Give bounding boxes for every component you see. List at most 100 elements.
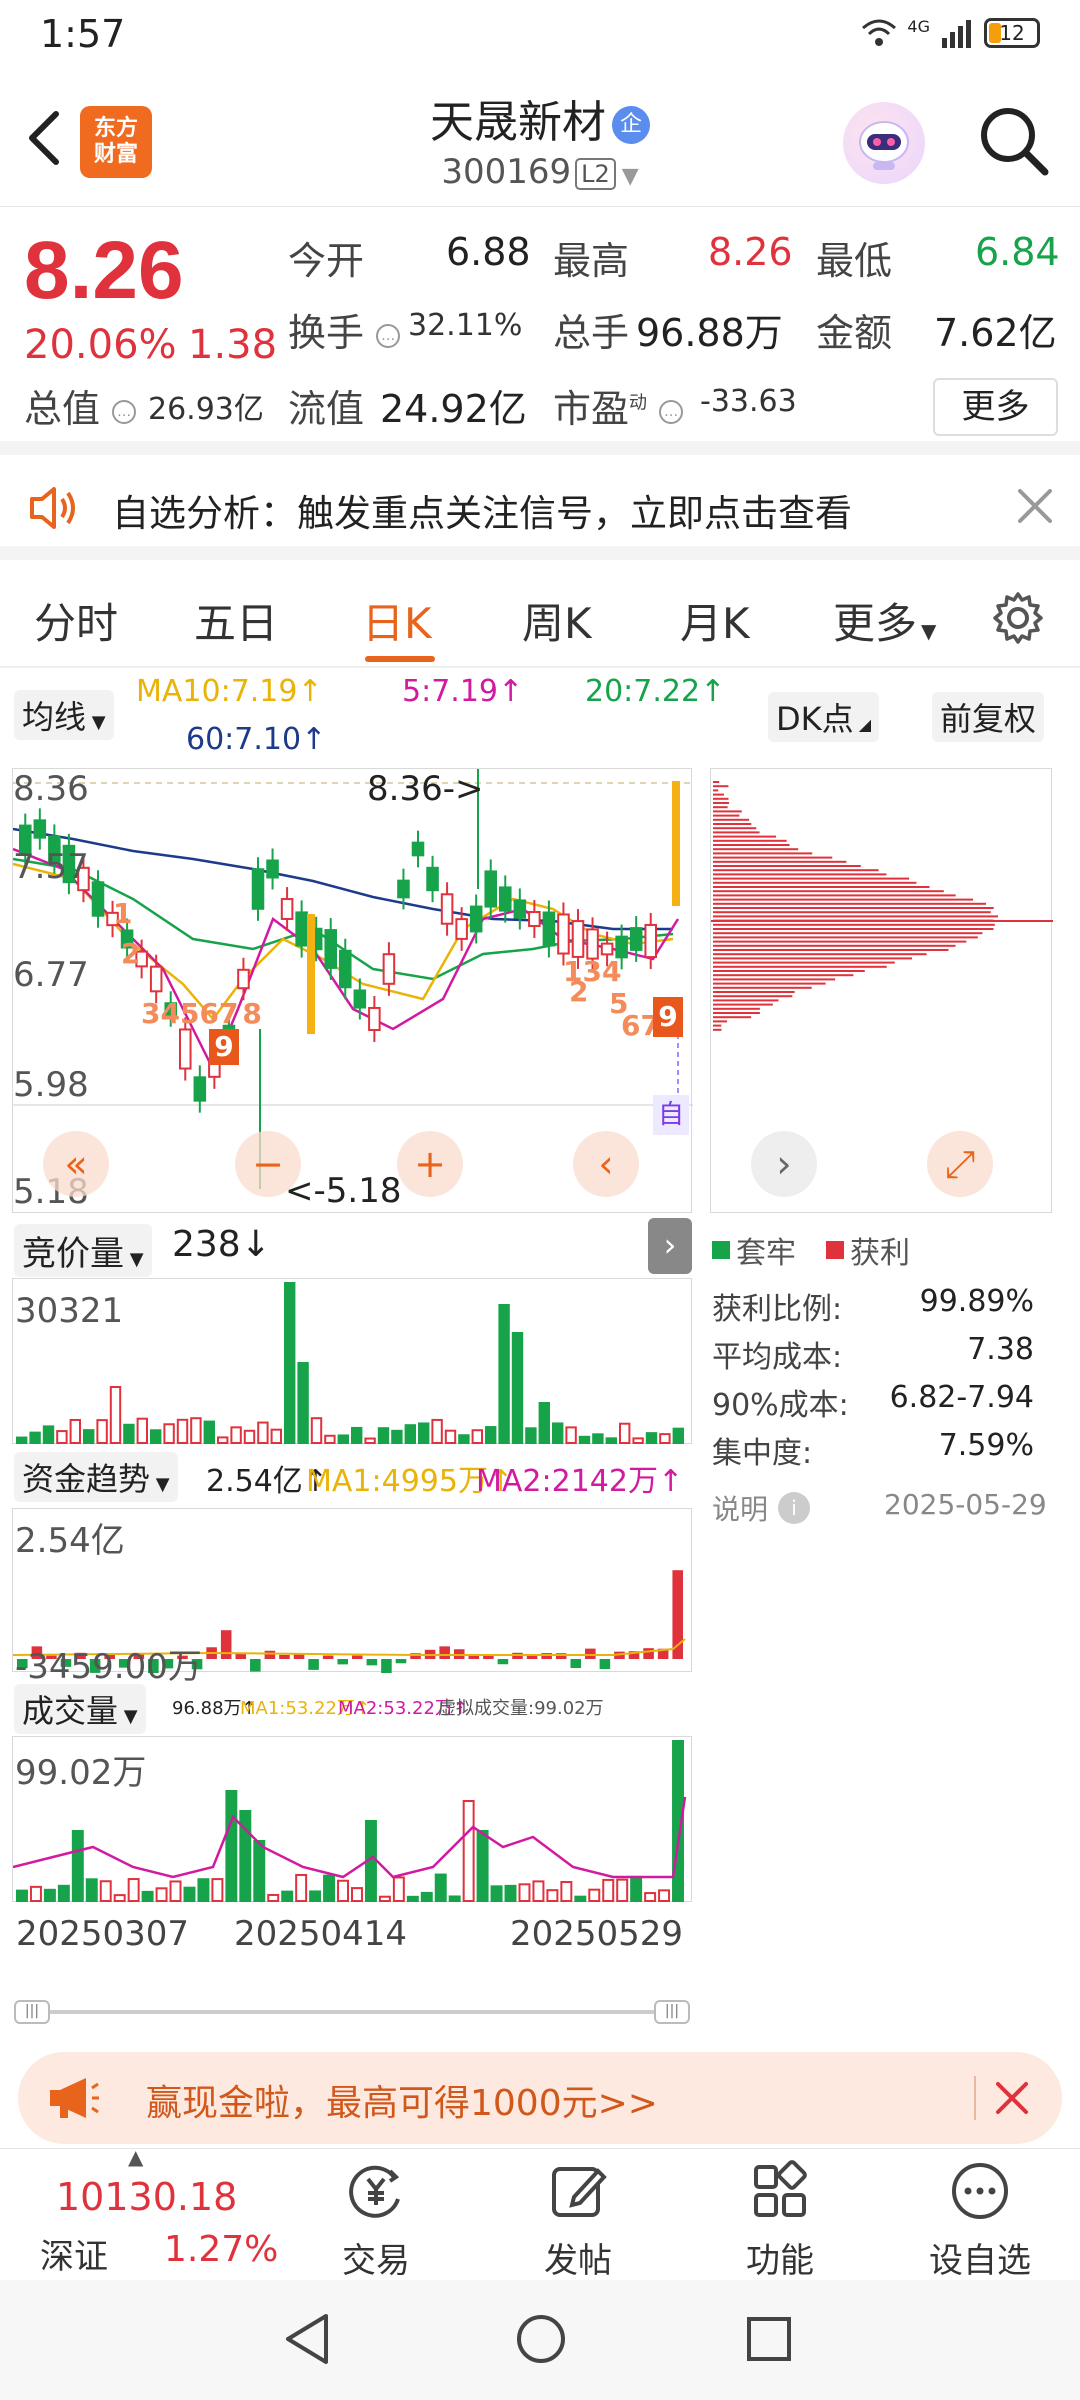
range-handle-left[interactable]: |||: [14, 2000, 50, 2024]
bottom-navigation: ▲ 10130.18 深证 1.27% 交易 发帖 功能 设自选: [0, 2145, 1080, 2281]
chip-bar: [713, 827, 757, 830]
turnover-label: 换手 …: [288, 302, 401, 357]
step-left-icon[interactable]: ‹: [573, 1131, 639, 1197]
fund-bar: [395, 1659, 407, 1664]
analysis-banner[interactable]: 自选分析：触发重点关注信号，立即点击查看: [0, 455, 1080, 560]
chip-distribution-chart[interactable]: › ⤢: [710, 768, 1053, 1213]
chip-bar: [713, 974, 854, 977]
chip-bar: [713, 961, 895, 964]
volume-bar: [406, 1895, 419, 1903]
candle-body: [397, 879, 410, 899]
dk-point-button[interactable]: DK点 ◢: [768, 692, 880, 742]
ma-select[interactable]: 均线 ▼: [14, 690, 114, 740]
index-ticker[interactable]: ▲ 10130.18 深证 1.27%: [0, 2145, 278, 2281]
tab-monthly-k[interactable]: 月K: [680, 590, 750, 651]
info-icon: …: [112, 399, 137, 424]
more-quote-button[interactable]: 更多: [933, 378, 1058, 436]
candle-body: [571, 920, 585, 958]
kline-chart[interactable]: 8.36 7.57 6.77 5.98 5.18 8.36-> <-5.18 1…: [12, 768, 693, 1213]
volume-bar: [630, 1875, 643, 1902]
signal-number: 5: [179, 997, 200, 1030]
system-home-icon[interactable]: [514, 2312, 568, 2366]
more-dots-icon: [952, 2163, 1008, 2219]
chip-bar: [713, 877, 910, 880]
fund-bar: [497, 1659, 509, 1665]
fund-trend-select[interactable]: 资金趋势 ▼: [14, 1452, 178, 1502]
zoom-in-icon[interactable]: +: [397, 1131, 463, 1197]
open-value: 6.88: [446, 230, 531, 274]
chip-bar: [713, 911, 991, 914]
tab-minute[interactable]: 分时: [34, 590, 118, 651]
volume-bar: [155, 1887, 168, 1902]
volume-bar: [378, 1895, 391, 1903]
auction-y-top: 30321: [15, 1291, 124, 1331]
system-back-icon[interactable]: [282, 2312, 332, 2366]
auction-bar: [659, 1433, 671, 1445]
active-tab-indicator: [365, 656, 435, 662]
auction-bar: [217, 1436, 229, 1444]
close-icon[interactable]: [1012, 483, 1058, 529]
promo-text: 赢现金啦，最高可得1000元>>: [146, 2083, 658, 2124]
forward-adjust-button[interactable]: 前复权: [932, 692, 1045, 742]
auction-bar: [83, 1429, 95, 1445]
chip-bar: [713, 789, 719, 792]
nav-trade[interactable]: 交易: [276, 2149, 476, 2281]
volume-select[interactable]: 成交量 ▼: [14, 1684, 146, 1734]
nav-post[interactable]: 发帖: [478, 2149, 678, 2281]
promo-banner[interactable]: 赢现金啦，最高可得1000元>>: [18, 2052, 1062, 2144]
volume-chart[interactable]: 99.02万: [12, 1736, 692, 1903]
auction-bar: [190, 1417, 202, 1444]
chip-bar: [713, 810, 742, 813]
volume-bar: [476, 1830, 489, 1902]
signal-number: 2: [121, 937, 141, 970]
caret-down-icon: ▼: [621, 164, 639, 189]
volume-bar: [16, 1889, 28, 1903]
volume-bar: [602, 1878, 615, 1902]
range-slider[interactable]: ||| |||: [14, 2000, 690, 2024]
expand-icon[interactable]: ⤢: [927, 1131, 993, 1197]
chip-note[interactable]: 说明 i: [712, 1488, 811, 1528]
tab-daily-k[interactable]: 日K: [362, 590, 432, 651]
tab-more[interactable]: 更多 ▼: [833, 590, 936, 651]
rewind-double-left-icon[interactable]: «: [43, 1131, 109, 1197]
volume-bar: [462, 1800, 475, 1902]
volume-value: 96.88万: [636, 311, 783, 355]
date-label: 20250307: [16, 1914, 190, 1954]
float-cap-value: 24.92亿: [380, 387, 527, 431]
fund-bar: [279, 1654, 290, 1659]
range-handle-right[interactable]: |||: [654, 2000, 690, 2024]
system-recents-icon[interactable]: [744, 2314, 794, 2364]
signal-number: 2: [569, 975, 589, 1008]
tab-five-day[interactable]: 五日: [194, 590, 278, 651]
ma20-value: 20:7.22↑: [585, 674, 726, 709]
search-icon[interactable]: [975, 102, 1051, 178]
volume-bar: [211, 1878, 224, 1902]
chip-bar: [713, 915, 999, 918]
fund-trend-chart[interactable]: 2.54亿 -3459.00万: [12, 1508, 692, 1687]
robot-assistant-avatar[interactable]: [843, 102, 925, 184]
auction-select[interactable]: 竞价量 ▼: [14, 1224, 152, 1277]
close-promo-icon[interactable]: [990, 2076, 1034, 2120]
auction-bar: [310, 1417, 323, 1444]
settings-gear-icon[interactable]: [990, 590, 1046, 646]
nav-functions[interactable]: 功能: [680, 2149, 880, 2281]
tab-weekly-k[interactable]: 周K: [522, 590, 592, 651]
chip-bar: [713, 860, 847, 863]
nav-add-watchlist[interactable]: 设自选: [880, 2149, 1080, 2281]
auction-bar: [284, 1282, 296, 1444]
candle-body: [644, 923, 657, 959]
candle-body: [266, 859, 279, 879]
volume-bar: [616, 1878, 629, 1902]
volume-label: 总手: [553, 311, 630, 355]
expand-right-icon[interactable]: ›: [648, 1218, 692, 1274]
candle-body: [324, 929, 338, 969]
chip-bar: [713, 965, 887, 968]
pe-value: -33.63: [700, 384, 797, 419]
zoom-out-icon[interactable]: −: [235, 1131, 301, 1197]
legend-trapped: 套牢: [736, 1236, 796, 1271]
auction-volume-chart[interactable]: 30321: [12, 1278, 692, 1445]
fund-bar: [352, 1655, 363, 1659]
auction-bar: [297, 1362, 309, 1444]
volume-bar: [351, 1887, 363, 1903]
step-right-icon[interactable]: ›: [751, 1131, 817, 1197]
